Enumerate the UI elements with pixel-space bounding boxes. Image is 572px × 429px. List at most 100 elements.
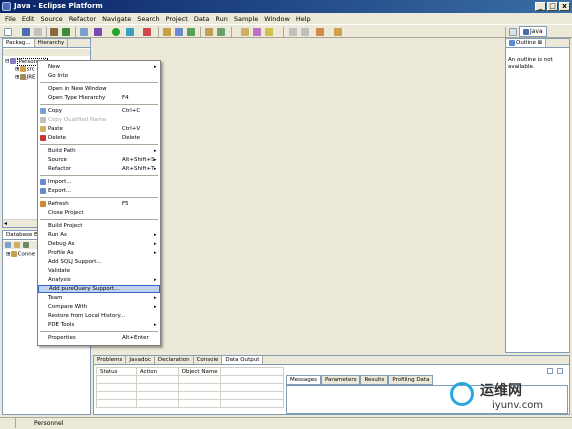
column-status[interactable]: Status [96, 367, 137, 376]
print-icon[interactable] [34, 28, 42, 36]
tab-database-explorer[interactable]: Database E [3, 231, 42, 239]
tab-results[interactable]: Results [360, 375, 389, 385]
tab-console[interactable]: Console [194, 356, 223, 364]
tab-profiling-data[interactable]: Profiling Data [388, 375, 434, 385]
new-class-icon[interactable] [187, 28, 195, 36]
tab-hierarchy[interactable]: Hierarchy [35, 39, 69, 47]
context-item-refresh[interactable]: Refresh F5 [38, 200, 160, 208]
context-item-open-in-new-window[interactable]: Open in New Window [38, 85, 160, 93]
menu-help[interactable]: Help [293, 15, 314, 23]
context-item-add-purequery-support[interactable]: Add pureQuery Support... [38, 285, 160, 293]
menu-run[interactable]: Run [212, 15, 230, 23]
toolbar-server-icon[interactable] [80, 28, 88, 36]
context-item-run-as[interactable]: Run As ▸ [38, 231, 160, 239]
profile-icon[interactable] [143, 28, 151, 36]
context-item-close-project[interactable]: Close Project [38, 209, 160, 217]
menu-edit[interactable]: Edit [19, 15, 38, 23]
java-perspective-button[interactable]: Java [519, 26, 547, 37]
context-item-source[interactable]: Source Alt+Shift+S ▸ [38, 156, 160, 164]
main-toolbar: Java [0, 24, 572, 38]
context-item-new[interactable]: New ▸ [38, 63, 160, 71]
tree-item-jre[interactable]: ⊞ JRE [15, 74, 36, 82]
tree-item-src[interactable]: ⊞ src [15, 66, 35, 74]
menu-refactor[interactable]: Refactor [66, 15, 99, 23]
table-row [96, 399, 284, 408]
context-item-build-path[interactable]: Build Path ▸ [38, 147, 160, 155]
prev-annotation-icon[interactable] [301, 28, 309, 36]
scroll-left-icon[interactable]: ◂ [4, 220, 7, 227]
context-item-open-type-hierarchy[interactable]: Open Type Hierarchy F4 [38, 94, 160, 102]
menu-data[interactable]: Data [191, 15, 213, 23]
data-output-table: Status Action Object Name [96, 367, 284, 414]
tab-outline[interactable]: Outline ⊠ [506, 39, 547, 47]
context-item-validate[interactable]: Validate [38, 267, 160, 275]
menu-source[interactable]: Source [37, 15, 65, 23]
new-icon[interactable] [4, 28, 12, 36]
close-button[interactable]: x [559, 2, 570, 11]
db-refresh-icon[interactable] [23, 242, 29, 248]
menu-file[interactable]: File [2, 15, 19, 23]
menu-navigate[interactable]: Navigate [99, 15, 134, 23]
tab-javadoc[interactable]: Javadoc [126, 356, 155, 364]
toolbar-build-icon[interactable] [62, 28, 70, 36]
context-item-delete[interactable]: Delete Delete [38, 134, 160, 142]
new-java-project-icon[interactable] [163, 28, 171, 36]
tab-problems[interactable]: Problems [94, 356, 127, 364]
tab-package-explorer[interactable]: Packag... [3, 39, 35, 47]
maximize-panel-icon[interactable] [557, 368, 563, 374]
context-item-build-project[interactable]: Build Project [38, 222, 160, 230]
pen-icon[interactable] [253, 28, 261, 36]
tab-data-output[interactable]: Data Output [222, 356, 264, 364]
context-item-restore-from-local-history[interactable]: Restore from Local History... [38, 312, 160, 320]
next-annotation-icon[interactable] [289, 28, 297, 36]
debug-icon[interactable] [94, 28, 102, 36]
toolbar-tool-icon[interactable] [50, 28, 58, 36]
library-icon [19, 74, 26, 80]
new-package-icon[interactable] [175, 28, 183, 36]
context-item-compare-with[interactable]: Compare With ▸ [38, 303, 160, 311]
context-item-properties[interactable]: Properties Alt+Enter [38, 334, 160, 342]
context-item-refactor[interactable]: Refactor Alt+Shift+T ▸ [38, 165, 160, 173]
db-new-icon[interactable] [14, 242, 20, 248]
maximize-button[interactable]: □ [547, 2, 558, 11]
open-type-icon[interactable] [205, 28, 213, 36]
forward-icon[interactable] [334, 28, 342, 36]
tab-parameters[interactable]: Parameters [320, 375, 361, 385]
context-item-add-sqlj-support[interactable]: Add SQLJ Support... [38, 258, 160, 266]
open-folder-icon[interactable] [241, 28, 249, 36]
context-item-analysis[interactable]: Analysis ▸ [38, 276, 160, 284]
open-perspective-icon[interactable] [509, 28, 517, 36]
context-item-go-into[interactable]: Go Into [38, 72, 160, 80]
tree-item-connections[interactable]: ⊞ Conne [6, 251, 35, 259]
run-icon[interactable] [112, 28, 120, 36]
tab-declaration[interactable]: Declaration [155, 356, 194, 364]
context-item-import[interactable]: Import... [38, 178, 160, 186]
back-icon[interactable] [316, 28, 324, 36]
context-item-copy[interactable]: Copy Ctrl+C [38, 107, 160, 115]
menu-project[interactable]: Project [163, 15, 191, 23]
menu-sample[interactable]: Sample [231, 15, 261, 23]
minimize-panel-icon[interactable] [547, 368, 553, 374]
context-item-paste[interactable]: Paste Ctrl+V [38, 125, 160, 133]
context-item-profile-as[interactable]: Profile As ▸ [38, 249, 160, 257]
tab-messages[interactable]: Messages [286, 375, 321, 385]
menu-search[interactable]: Search [134, 15, 162, 23]
save-icon[interactable] [22, 28, 30, 36]
context-item-export[interactable]: Export... [38, 187, 160, 195]
search-icon[interactable] [217, 28, 225, 36]
db-connect-icon[interactable] [5, 242, 11, 248]
minimize-button[interactable]: _ [535, 2, 546, 11]
outline-view: Outline ⊠ An outline is not available. [505, 38, 570, 353]
annotation-icon[interactable] [265, 28, 273, 36]
table-row [96, 375, 284, 384]
context-item-pde-tools[interactable]: PDE Tools ▸ [38, 321, 160, 329]
external-tools-icon[interactable] [126, 28, 134, 36]
submenu-arrow-icon: ▸ [154, 295, 157, 301]
context-item-team[interactable]: Team ▸ [38, 294, 160, 302]
menu-window[interactable]: Window [261, 15, 293, 23]
context-item-debug-as[interactable]: Debug As ▸ [38, 240, 160, 248]
window-title-bar: Java - Eclipse Platform _ □ x [0, 0, 572, 13]
column-action[interactable]: Action [135, 367, 179, 376]
column-object-name[interactable]: Object Name [177, 367, 221, 376]
submenu-arrow-icon: ▸ [154, 64, 157, 70]
